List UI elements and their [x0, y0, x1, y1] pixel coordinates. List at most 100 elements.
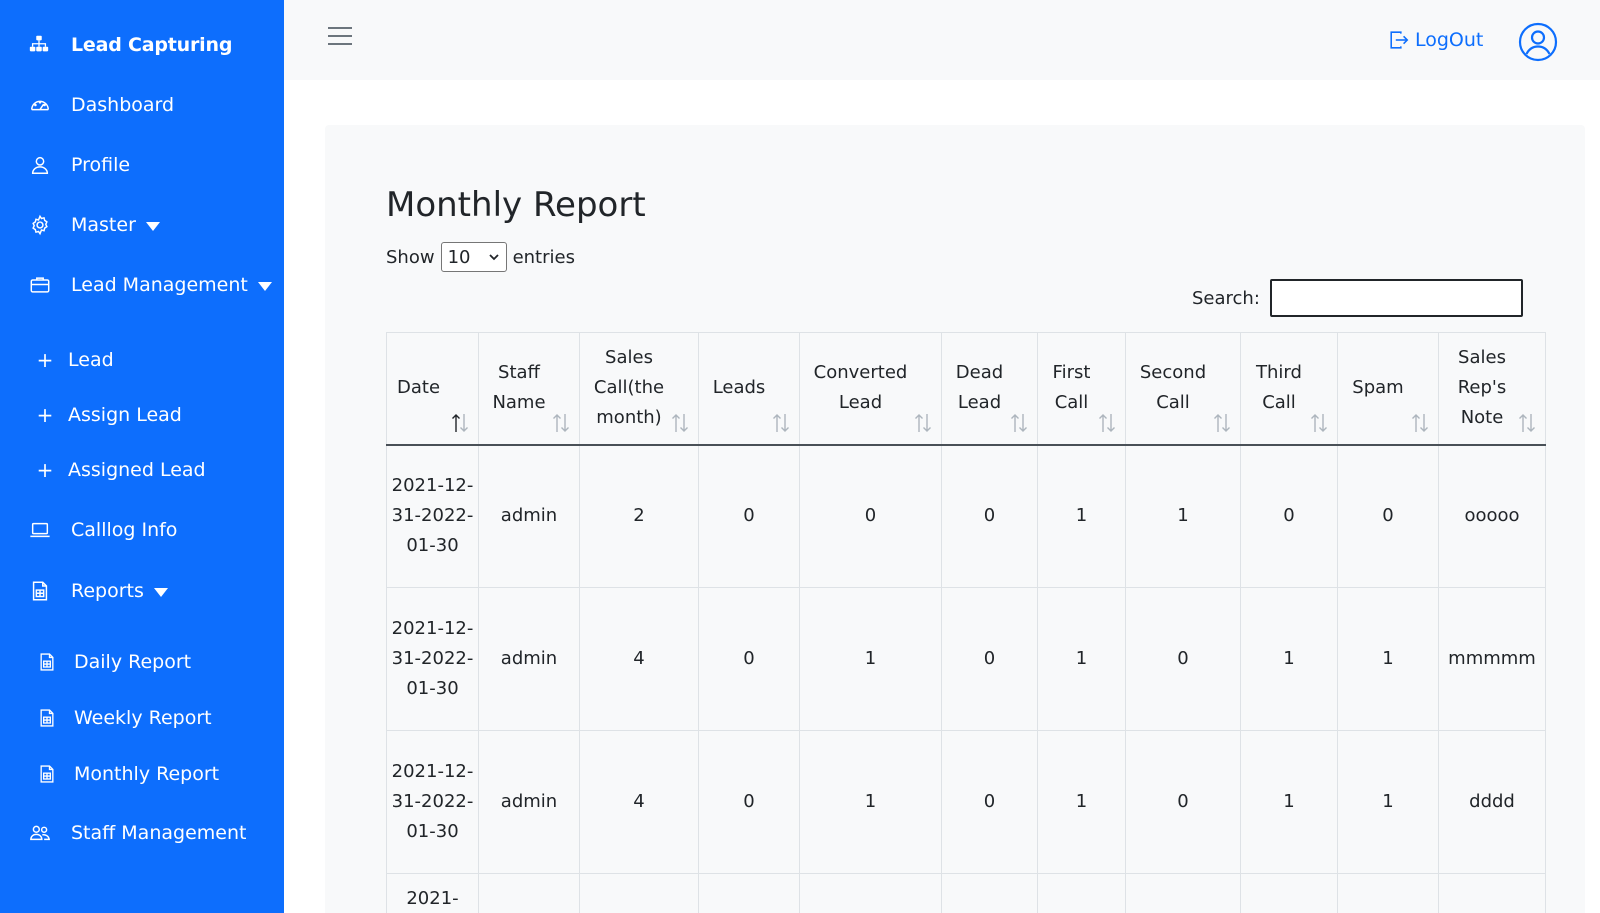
table-cell: 0	[941, 730, 1038, 874]
table-cell: ooooo	[1438, 444, 1546, 588]
column-header[interactable]: Spam	[1337, 332, 1439, 446]
table-cell: 1	[799, 730, 942, 874]
table-cell: admin	[478, 730, 580, 874]
sidebar-item-label: Master	[71, 214, 136, 236]
plus-icon: +	[36, 458, 54, 482]
column-header-label: Second Call	[1139, 362, 1207, 414]
hamburger-menu-icon[interactable]	[328, 27, 352, 47]
report-icon	[36, 763, 58, 785]
user-avatar-icon[interactable]	[1518, 22, 1558, 62]
sidebar-item-lead-management[interactable]: Lead Management	[28, 268, 272, 302]
sort-arrows-icon[interactable]	[551, 412, 571, 434]
column-header[interactable]: First Call	[1037, 332, 1126, 446]
column-header[interactable]: Leads	[698, 332, 800, 446]
table-cell	[1337, 873, 1439, 913]
chevron-down-icon	[488, 254, 499, 261]
column-header-label: Converted Lead	[813, 362, 908, 414]
column-header-label: Leads	[712, 377, 766, 399]
table-cell: 2021-12-31-2022-01-30	[386, 444, 479, 588]
column-header-label: First Call	[1052, 362, 1091, 414]
sidebar-item-label: Weekly Report	[74, 707, 212, 729]
gauge-icon	[28, 93, 52, 117]
sidebar-item-label: Lead Management	[71, 274, 248, 296]
table-cell: 2021-12-31-2022-01-30	[386, 587, 479, 731]
brand[interactable]: Lead Capturing	[28, 28, 232, 62]
column-header[interactable]: Dead Lead	[941, 332, 1038, 446]
column-header-label: Dead Lead	[955, 362, 1004, 414]
entries-length-control: Show 10 entries	[386, 241, 575, 273]
sidebar-item-daily-report[interactable]: Daily Report	[36, 646, 191, 678]
users-icon	[28, 821, 52, 845]
table-cell	[1125, 873, 1241, 913]
table-cell: 0	[1240, 444, 1338, 588]
logout-link[interactable]: LogOut	[1388, 25, 1483, 55]
sidebar-item-calllog-info[interactable]: Calllog Info	[28, 513, 177, 547]
table-cell: 1	[1240, 587, 1338, 731]
sort-arrows-icon[interactable]	[1097, 412, 1117, 434]
sidebar-item-label: Monthly Report	[74, 763, 220, 785]
sidebar-item-master[interactable]: Master	[28, 208, 160, 242]
sidebar-item-staff-management[interactable]: Staff Management	[28, 816, 246, 850]
table-cell	[1037, 873, 1126, 913]
sort-arrows-icon[interactable]	[1212, 412, 1232, 434]
entries-select-value: 10	[447, 246, 471, 268]
table-cell: 1	[1337, 730, 1439, 874]
search-control: Search:	[1192, 278, 1523, 318]
gear-icon	[28, 213, 52, 237]
topbar: LogOut	[284, 0, 1600, 80]
search-label: Search:	[1192, 287, 1260, 309]
table-cell	[799, 873, 942, 913]
sort-arrows-icon[interactable]	[771, 412, 791, 434]
sidebar-item-assigned-lead[interactable]: + Assigned Lead	[36, 454, 206, 486]
sort-arrows-icon[interactable]	[1410, 412, 1430, 434]
sidebar-item-dashboard[interactable]: Dashboard	[28, 88, 174, 122]
sidebar-item-label: Staff Management	[71, 822, 247, 844]
plus-icon: +	[36, 348, 54, 372]
caret-down-icon	[145, 221, 160, 231]
sort-arrows-icon[interactable]	[1309, 412, 1329, 434]
caret-down-icon	[153, 587, 168, 597]
sort-arrows-icon[interactable]	[913, 412, 933, 434]
column-header[interactable]: Second Call	[1125, 332, 1241, 446]
show-label: Show	[386, 246, 435, 268]
column-header[interactable]: Converted Lead	[799, 332, 942, 446]
column-header[interactable]: Date	[386, 332, 479, 446]
table-cell: dddd	[1438, 730, 1546, 874]
sort-arrows-icon[interactable]	[1009, 412, 1029, 434]
table-cell: 0	[941, 587, 1038, 731]
report-icon	[36, 707, 58, 729]
column-header[interactable]: Sales Rep's Note	[1438, 332, 1546, 446]
brand-title: Lead Capturing	[71, 34, 233, 56]
sidebar-item-label: Assigned Lead	[68, 459, 206, 481]
column-header-label: Spam	[1352, 377, 1404, 399]
sidebar-item-assign-lead[interactable]: + Assign Lead	[36, 399, 182, 431]
table-cell: 0	[941, 444, 1038, 588]
sidebar-item-lead[interactable]: + Lead	[36, 344, 114, 376]
search-input[interactable]	[1269, 279, 1523, 317]
laptop-icon	[28, 518, 52, 542]
table-body: 2021-12-31-2022-01-30 admin 2 0 0 0 1 1 0 0 ooooo 2…	[386, 444, 1546, 913]
sort-arrows-icon[interactable]	[450, 412, 470, 434]
column-header-label: Staff Name	[492, 362, 546, 414]
column-header-label: Date	[397, 377, 441, 399]
report-icon	[36, 651, 58, 673]
sidebar-item-weekly-report[interactable]: Weekly Report	[36, 702, 212, 734]
sidebar-item-label: Daily Report	[74, 651, 192, 673]
sidebar-item-monthly-report[interactable]: Monthly Report	[36, 758, 219, 790]
table-cell	[941, 873, 1038, 913]
column-header[interactable]: Third Call	[1240, 332, 1338, 446]
sort-arrows-icon[interactable]	[1517, 412, 1537, 434]
column-header[interactable]: Staff Name	[478, 332, 580, 446]
entries-label: entries	[512, 246, 575, 268]
table-row: 2021-	[386, 873, 1546, 913]
sidebar-item-label: Dashboard	[71, 94, 175, 116]
caret-down-icon	[257, 281, 272, 291]
sidebar-item-reports[interactable]: Reports	[28, 574, 168, 608]
column-header[interactable]: Sales Call(the month)	[579, 332, 699, 446]
plus-icon: +	[36, 403, 54, 427]
sort-arrows-icon[interactable]	[670, 412, 690, 434]
sidebar: Lead Capturing Dashboard Profile Master …	[0, 0, 284, 913]
sidebar-item-profile[interactable]: Profile	[28, 148, 130, 182]
entries-select[interactable]: 10	[440, 242, 507, 272]
monthly-report-table: Date Staff Name Sales Call(the month) Leads…	[386, 332, 1546, 913]
